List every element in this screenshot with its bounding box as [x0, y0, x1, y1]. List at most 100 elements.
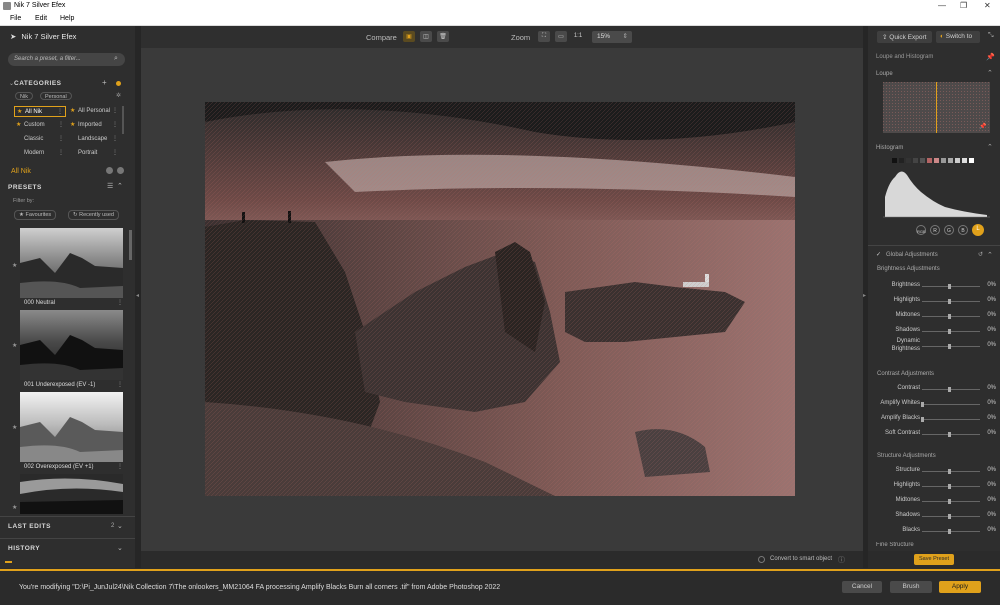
- slider-knob[interactable]: [921, 417, 924, 422]
- more-icon[interactable]: ⋮: [58, 149, 64, 156]
- more-icon[interactable]: ⋮: [112, 149, 118, 156]
- more-icon[interactable]: ⋮: [58, 121, 64, 128]
- chevron-down-icon[interactable]: ⌄: [117, 544, 123, 552]
- quick-export-button[interactable]: ⇪ Quick Export: [877, 31, 932, 43]
- category-modern[interactable]: Modern ⋮: [14, 148, 66, 159]
- slider-track[interactable]: [922, 486, 980, 487]
- cancel-button[interactable]: Cancel: [842, 581, 882, 593]
- favourites-filter[interactable]: ★ Favourites: [14, 210, 57, 220]
- more-icon[interactable]: ⋮: [117, 381, 123, 388]
- slider-track[interactable]: [922, 419, 980, 420]
- slider-knob[interactable]: [948, 387, 951, 392]
- more-icon[interactable]: ⋮: [58, 135, 64, 142]
- category-color-dot[interactable]: [116, 81, 121, 86]
- preset-thumbnail[interactable]: [20, 228, 123, 298]
- slider-knob[interactable]: [948, 529, 951, 534]
- zoom-fit-icon[interactable]: ⛶: [538, 31, 550, 42]
- zoom-select[interactable]: 15% ⇕: [592, 31, 632, 43]
- compare-split-icon[interactable]: ▣: [403, 31, 415, 42]
- favourite-star-icon[interactable]: ★: [12, 424, 17, 431]
- brush-button[interactable]: Brush: [890, 581, 932, 593]
- chip-nik[interactable]: Nik: [15, 92, 33, 100]
- slider-knob[interactable]: [948, 344, 951, 349]
- slider-knob[interactable]: [948, 329, 951, 334]
- slider-track[interactable]: [922, 389, 980, 390]
- slider-knob[interactable]: [948, 514, 951, 519]
- channel-b-button[interactable]: B: [958, 225, 968, 235]
- reset-icon[interactable]: ↺: [978, 251, 983, 258]
- maximize-icon[interactable]: ❐: [960, 1, 967, 10]
- more-icon[interactable]: ⋮: [57, 108, 63, 115]
- slider-knob[interactable]: [948, 484, 951, 489]
- chip-personal[interactable]: Personal: [40, 92, 72, 100]
- slider-track[interactable]: [922, 346, 980, 347]
- add-preset-icon[interactable]: [106, 167, 113, 174]
- preset-thumbnail[interactable]: [20, 310, 123, 380]
- recently-used-filter[interactable]: ↻ Recently used: [68, 210, 119, 220]
- slider-knob[interactable]: [948, 469, 951, 474]
- search-input[interactable]: Search a preset, a filter...: [8, 53, 125, 66]
- more-icon[interactable]: ⋮: [117, 463, 123, 470]
- category-all-personal[interactable]: ★ All Personal ⋮: [68, 106, 120, 117]
- chevron-up-icon[interactable]: ⌃: [987, 251, 993, 259]
- preset-thumbnail[interactable]: [20, 474, 123, 514]
- channel-l-button[interactable]: L: [972, 224, 984, 236]
- preview-image[interactable]: [205, 102, 795, 496]
- slider-track[interactable]: [922, 471, 980, 472]
- pin-icon[interactable]: 📌: [986, 53, 995, 61]
- presets-scrollbar[interactable]: [129, 230, 132, 260]
- zoom-one-button[interactable]: 1:1: [572, 31, 584, 42]
- category-classic[interactable]: Classic ⋮: [14, 134, 66, 145]
- category-landscape[interactable]: Landscape ⋮: [68, 134, 120, 145]
- presets-header[interactable]: PRESETS: [8, 184, 42, 191]
- more-icon[interactable]: ⋮: [117, 299, 123, 306]
- category-imported[interactable]: ★ Imported ⋮: [68, 120, 120, 131]
- list-view-icon[interactable]: ☰: [107, 182, 113, 190]
- channel-r-button[interactable]: R: [930, 225, 940, 235]
- more-icon[interactable]: ⋮: [112, 107, 118, 114]
- menu-file[interactable]: File: [10, 15, 21, 22]
- slider-track[interactable]: [922, 531, 980, 532]
- close-icon[interactable]: ✕: [984, 1, 991, 10]
- channel-rgb-button[interactable]: RGB: [916, 225, 926, 235]
- slider-track[interactable]: [922, 434, 980, 435]
- more-icon[interactable]: ⋮: [112, 121, 118, 128]
- menu-edit[interactable]: Edit: [35, 15, 47, 22]
- slider-track[interactable]: [922, 516, 980, 517]
- slider-knob[interactable]: [948, 314, 951, 319]
- slider-knob[interactable]: [948, 432, 951, 437]
- slider-track[interactable]: [922, 301, 980, 302]
- minimize-icon[interactable]: —: [938, 1, 946, 10]
- channel-g-button[interactable]: G: [944, 225, 954, 235]
- pin-icon[interactable]: 📌: [979, 123, 986, 130]
- category-custom[interactable]: ★ Custom ⋮: [14, 120, 66, 131]
- add-category-icon[interactable]: +: [102, 78, 107, 87]
- categories-scrollbar[interactable]: [122, 106, 124, 134]
- slider-track[interactable]: [922, 404, 980, 405]
- chevron-down-icon[interactable]: ⌄: [117, 522, 123, 530]
- loupe-view[interactable]: [883, 82, 990, 133]
- slider-track[interactable]: [922, 331, 980, 332]
- history-header[interactable]: HISTORY: [8, 545, 40, 552]
- slider-track[interactable]: [922, 316, 980, 317]
- compare-delete-icon[interactable]: 🗑: [437, 31, 449, 42]
- check-icon[interactable]: ✓: [876, 251, 881, 258]
- categories-header[interactable]: CATEGORIES: [14, 80, 62, 87]
- category-all-nik[interactable]: ★ All Nik ⋮: [14, 106, 66, 117]
- slider-knob[interactable]: [948, 284, 951, 289]
- remove-preset-icon[interactable]: [117, 167, 124, 174]
- category-portrait[interactable]: Portrait ⋮: [68, 148, 120, 159]
- preset-thumbnail[interactable]: [20, 392, 123, 462]
- last-edits-header[interactable]: LAST EDITS: [8, 523, 51, 530]
- switch-to-button[interactable]: ◐ Switch to: [936, 31, 980, 43]
- slider-knob[interactable]: [948, 299, 951, 304]
- favourite-star-icon[interactable]: ★: [12, 504, 17, 511]
- zoom-fill-icon[interactable]: ▭: [555, 31, 567, 42]
- slider-knob[interactable]: [921, 402, 924, 407]
- slider-track[interactable]: [922, 286, 980, 287]
- slider-track[interactable]: [922, 501, 980, 502]
- slider-knob[interactable]: [948, 499, 951, 504]
- favourite-star-icon[interactable]: ★: [12, 342, 17, 349]
- apply-button[interactable]: Apply: [939, 581, 981, 593]
- chevron-up-icon[interactable]: ⌃: [987, 69, 993, 77]
